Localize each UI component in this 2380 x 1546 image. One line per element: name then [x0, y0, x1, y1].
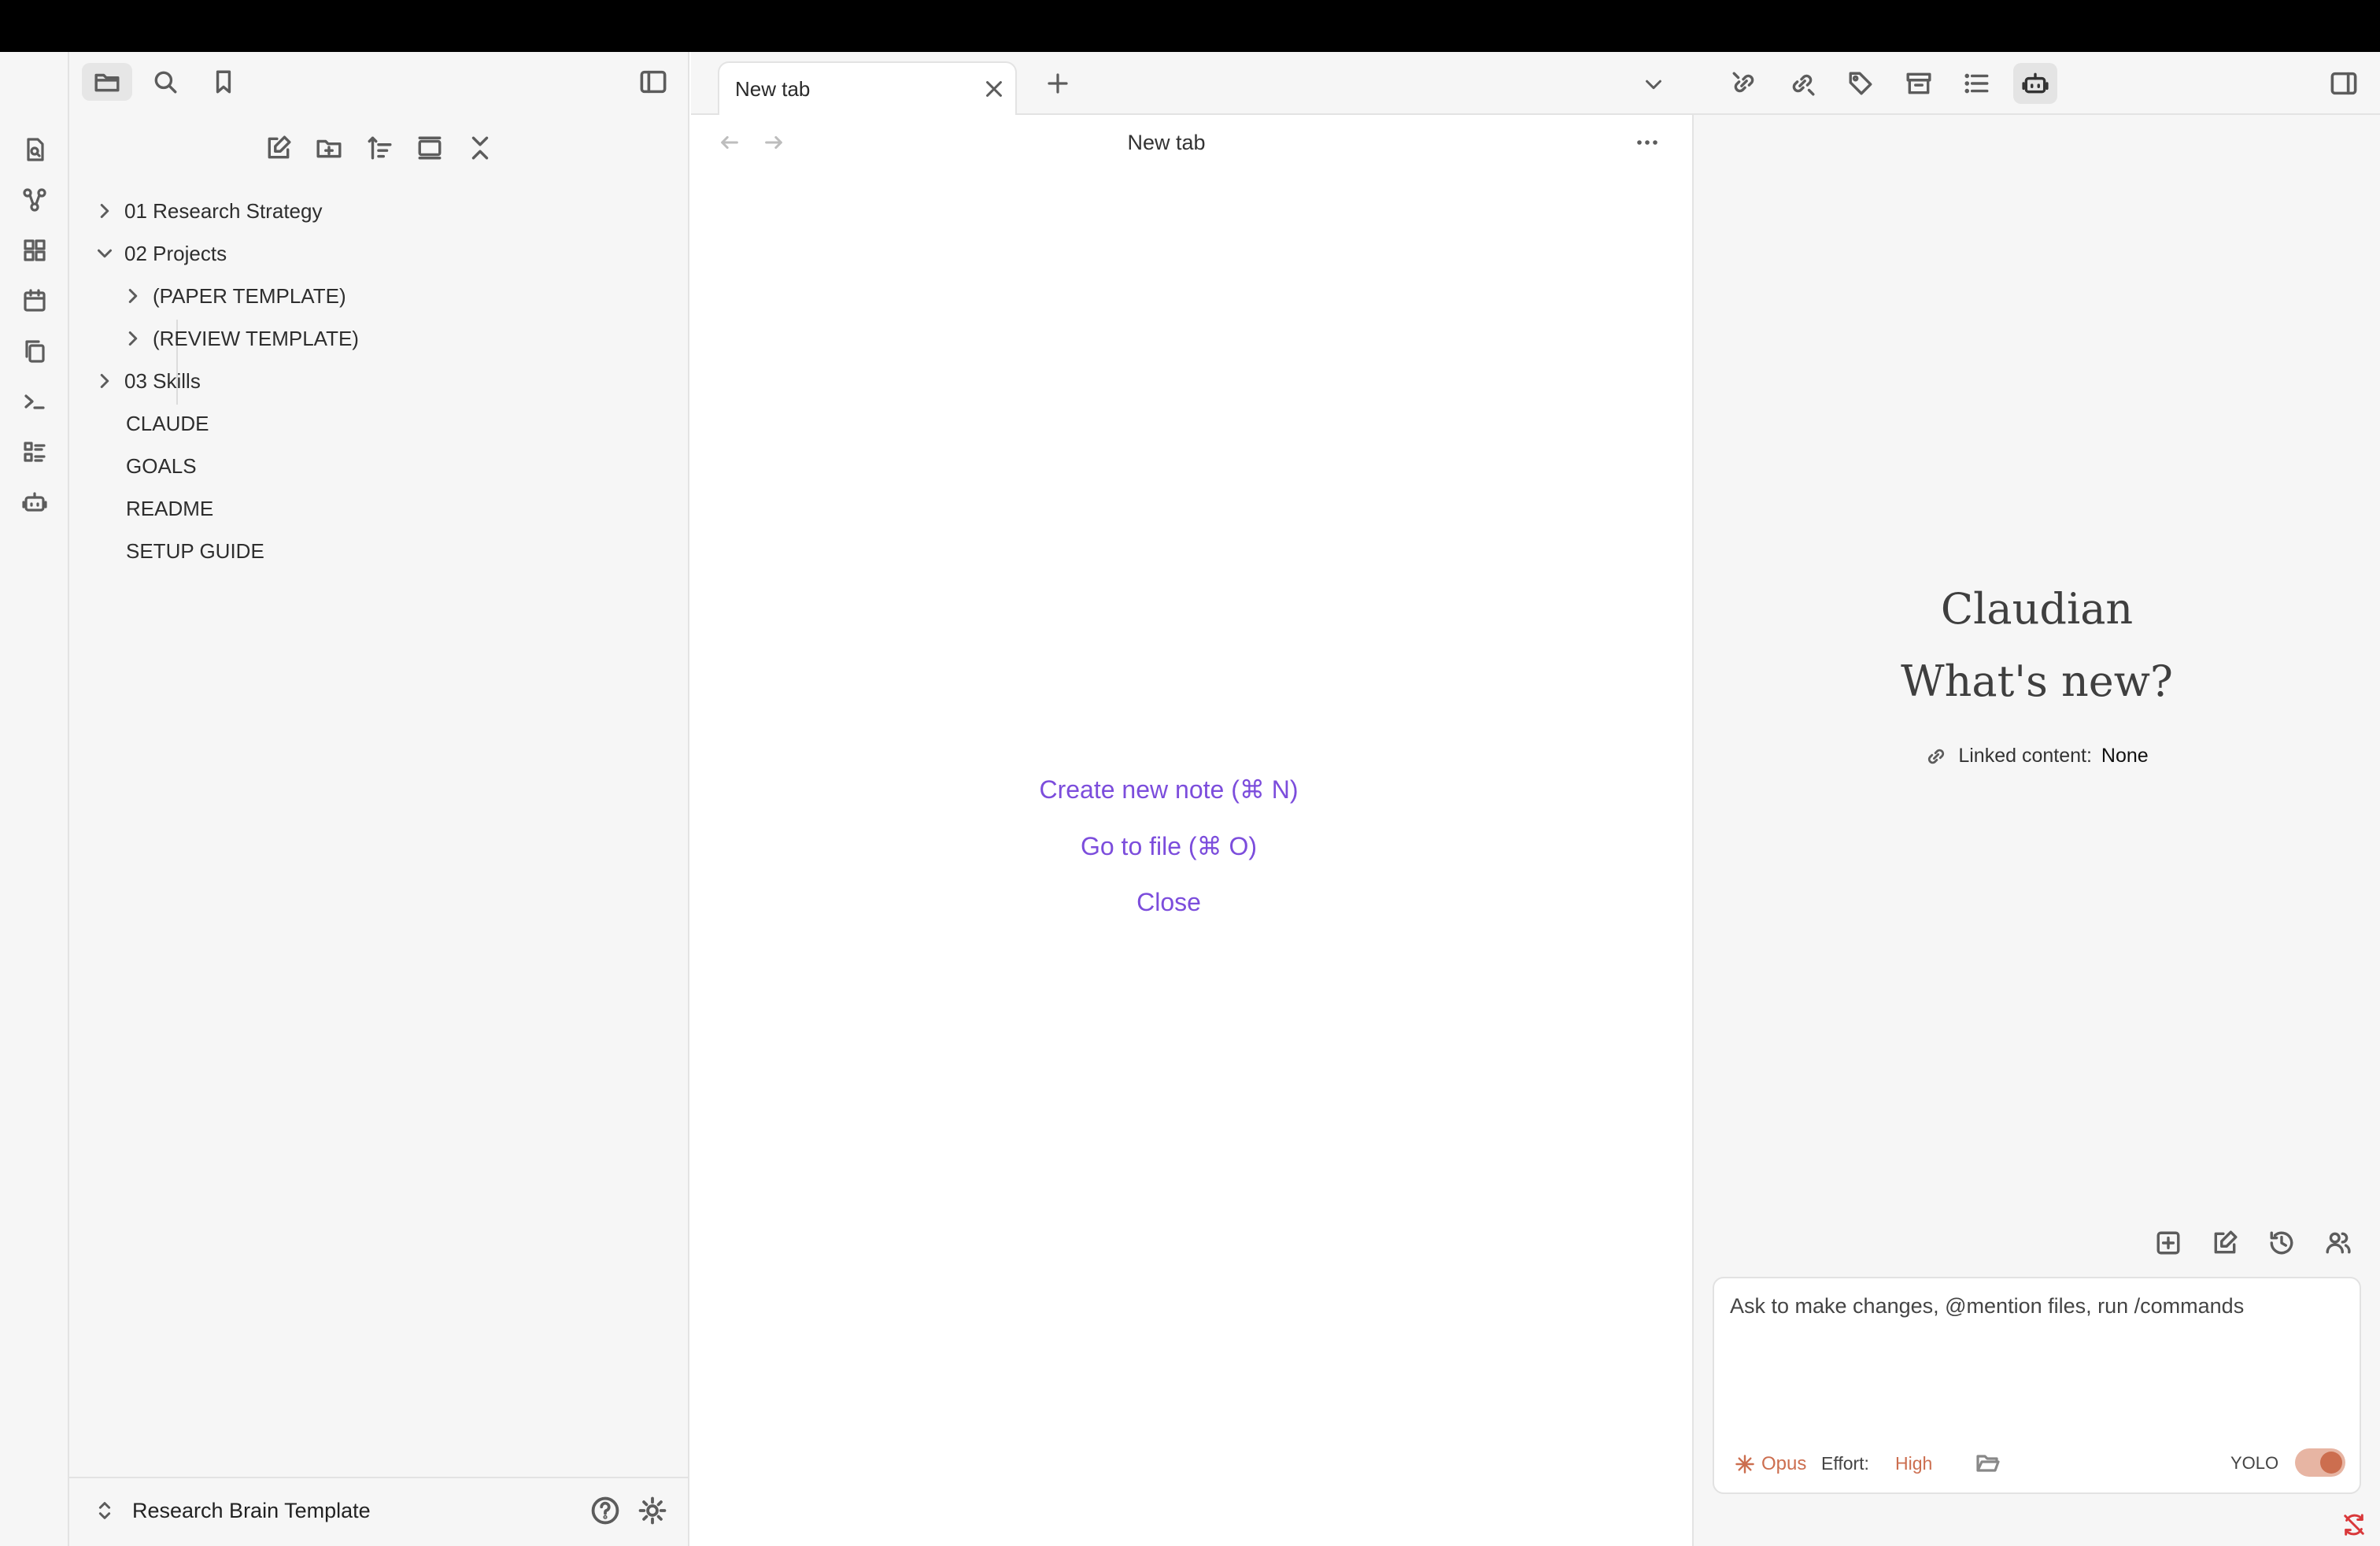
search-icon[interactable]: [140, 63, 190, 101]
backlinks-icon[interactable]: [1722, 63, 1766, 104]
chevron-right-icon: [100, 374, 109, 388]
ribbon: [0, 52, 69, 1546]
tree-file-claude[interactable]: CLAUDE: [126, 405, 209, 442]
linked-content-value[interactable]: None: [2101, 745, 2149, 767]
right-sidebar-tabs: [1694, 52, 2380, 115]
claudian-subtitle: What's new?: [1901, 656, 2173, 706]
tree-folder-research-strategy[interactable]: 01 Research Strategy: [93, 192, 322, 230]
link-icon: [1928, 749, 1945, 764]
new-chat-icon[interactable]: [2212, 1230, 2238, 1256]
chevron-right-icon: [100, 204, 109, 218]
close-link[interactable]: Close: [667, 888, 1670, 917]
history-icon[interactable]: [2268, 1230, 2295, 1256]
help-icon[interactable]: [590, 1496, 620, 1526]
terminal-icon[interactable]: [16, 383, 54, 420]
sync-error-icon[interactable]: [2342, 1513, 2366, 1537]
new-folder-icon[interactable]: [304, 129, 354, 167]
tree-label: README: [126, 496, 214, 520]
tree-folder-skills[interactable]: 03 Skills: [93, 362, 201, 400]
tree-label: 02 Projects: [124, 241, 227, 265]
folder-open-icon[interactable]: [1975, 1450, 2001, 1475]
graph-icon[interactable]: [16, 181, 54, 219]
archive-icon[interactable]: [1897, 63, 1941, 104]
claude-spark-icon: [1735, 1455, 1754, 1474]
folder-icon[interactable]: [82, 63, 132, 101]
new-tab-plus-icon[interactable]: [1045, 71, 1070, 96]
chat-input-box: Ask to make changes, @mention files, run…: [1713, 1277, 2361, 1494]
chevron-right-icon: [128, 331, 138, 346]
vault-switcher: Research Brain Template: [69, 1477, 688, 1546]
chevron-down-icon: [98, 249, 112, 258]
tree-label: CLAUDE: [126, 411, 209, 435]
more-options-icon[interactable]: [1634, 131, 1661, 154]
vault-chevrons-icon[interactable]: [93, 1499, 116, 1522]
close-tab-icon[interactable]: [982, 77, 1006, 101]
claudian-title: Claudian: [1940, 584, 2134, 634]
tree-label: 01 Research Strategy: [124, 198, 323, 223]
create-new-note-link[interactable]: Create new note (⌘ N): [667, 775, 1670, 804]
tree-label: (REVIEW TEMPLATE): [153, 326, 359, 350]
tree-folder-review-template[interactable]: (REVIEW TEMPLATE): [121, 320, 359, 357]
tree-label: SETUP GUIDE: [126, 538, 264, 563]
vault-name[interactable]: Research Brain Template: [132, 1499, 371, 1523]
linked-content: Linked content: None: [1694, 745, 2380, 767]
sidebar-toggle-icon[interactable]: [628, 63, 678, 101]
settings-gear-icon[interactable]: [638, 1496, 667, 1526]
editor-pane: New tab Create new note (⌘ N) Go to file…: [691, 115, 1694, 1546]
bot-icon[interactable]: [16, 483, 54, 521]
tree-label: 03 Skills: [124, 368, 201, 393]
tab-label: New tab: [735, 77, 811, 101]
outline-icon[interactable]: [1955, 63, 1999, 104]
linked-content-label: Linked content:: [1958, 745, 2092, 767]
window-top-bar: [0, 0, 2380, 52]
model-name: Opus: [1761, 1453, 1807, 1474]
tree-file-readme[interactable]: README: [126, 490, 213, 527]
chevron-right-icon: [128, 289, 138, 303]
tab-list-chevron-down-icon[interactable]: [1642, 72, 1665, 96]
tree-folder-projects[interactable]: 02 Projects: [93, 235, 227, 272]
expand-icon[interactable]: [405, 129, 455, 167]
yolo-label: YOLO: [2230, 1453, 2279, 1473]
calendar-icon[interactable]: [16, 282, 54, 320]
outgoing-links-icon[interactable]: [1780, 63, 1824, 104]
tree-label: GOALS: [126, 453, 197, 478]
users-icon[interactable]: [2325, 1230, 2352, 1256]
model-selector[interactable]: Opus: [1735, 1453, 1806, 1475]
file-explorer: 01 Research Strategy 02 Projects (PAPER …: [69, 52, 689, 1546]
claudian-bot-icon[interactable]: [2013, 63, 2057, 104]
tags-icon[interactable]: [1839, 63, 1883, 104]
add-context-icon[interactable]: [2155, 1230, 2182, 1256]
collapse-icon[interactable]: [455, 129, 505, 167]
grid-icon[interactable]: [16, 231, 54, 269]
effort-label: Effort:: [1821, 1453, 1869, 1474]
effort-value[interactable]: High: [1895, 1453, 1932, 1474]
go-to-file-link[interactable]: Go to file (⌘ O): [667, 831, 1670, 861]
copy-icon[interactable]: [16, 332, 54, 370]
tree-folder-paper-template[interactable]: (PAPER TEMPLATE): [121, 277, 346, 315]
bookmark-icon[interactable]: [198, 63, 249, 101]
sort-icon[interactable]: [354, 129, 405, 167]
tree-file-goals[interactable]: GOALS: [126, 447, 197, 485]
new-note-icon[interactable]: [253, 129, 304, 167]
list-icon[interactable]: [16, 433, 54, 471]
tab-bar: New tab: [691, 52, 1694, 117]
tree-label: (PAPER TEMPLATE): [153, 283, 346, 308]
yolo-toggle[interactable]: [2295, 1448, 2345, 1477]
right-sidebar-toggle-icon[interactable]: [2322, 63, 2366, 104]
chat-input[interactable]: Ask to make changes, @mention files, run…: [1730, 1294, 2344, 1319]
file-search-icon[interactable]: [16, 131, 54, 168]
tree-file-setup-guide[interactable]: SETUP GUIDE: [126, 532, 264, 570]
tab-new-tab[interactable]: New tab: [718, 61, 1017, 117]
claudian-panel: Claudian What's new? Linked content: Non…: [1694, 115, 2380, 1546]
view-title: New tab: [1127, 131, 1206, 154]
toggle-knob: [2320, 1452, 2342, 1474]
